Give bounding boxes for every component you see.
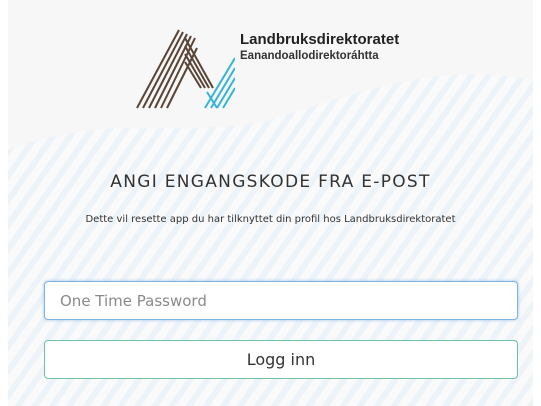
- page-description: Dette vil resette app du har tilknyttet …: [85, 214, 456, 225]
- page-heading: ANGI ENGANGSKODE FRA E-POST: [110, 172, 431, 192]
- login-button[interactable]: Logg inn: [44, 340, 518, 379]
- organization-name: Landbruksdirektoratet: [240, 31, 400, 48]
- login-card: Landbruksdirektoratet Eanandoallodirekto…: [8, 0, 533, 406]
- organization-name-sami: Eanandoallodirektoráhtta: [240, 50, 379, 62]
- one-time-password-input[interactable]: [44, 281, 518, 320]
- landbruksdirektoratet-logo-icon: [136, 29, 235, 109]
